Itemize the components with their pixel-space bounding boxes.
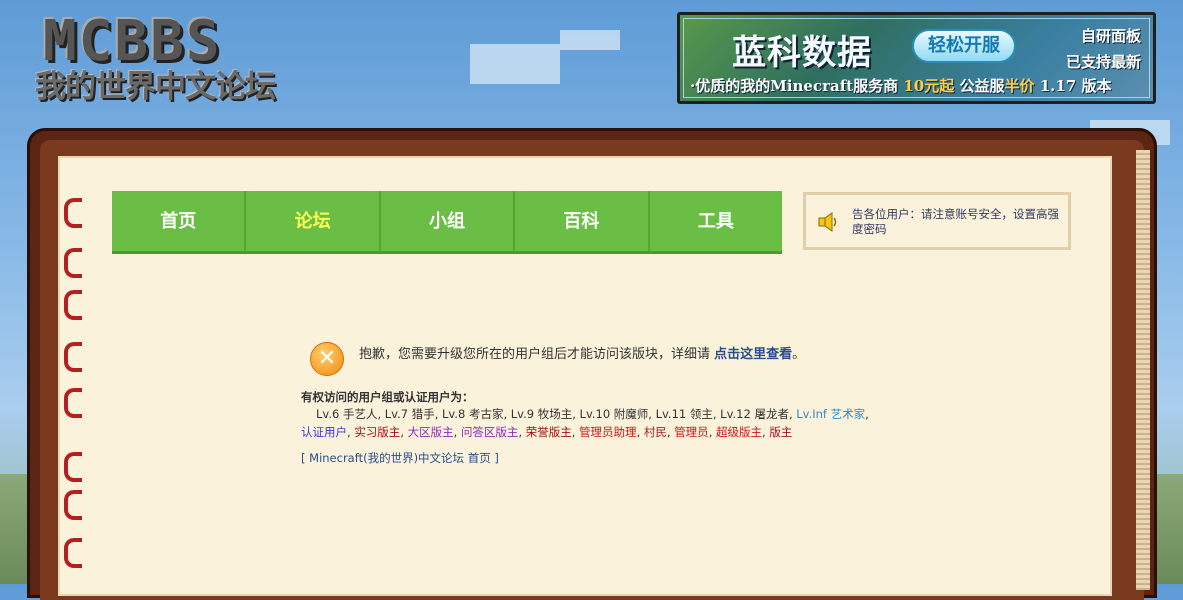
page-edge — [1136, 150, 1150, 590]
notice-box: 告各位用户：请注意账号安全，设置高强度密码 — [803, 192, 1071, 250]
banner-side-text: 自研面板 已支持最新 — [1065, 27, 1141, 71]
main-nav: 首页 论坛 小组 百科 工具 — [112, 191, 782, 254]
banner-button[interactable]: 轻松开服 — [912, 29, 1016, 63]
banner-title: 蓝科数据 — [732, 33, 872, 73]
logo-sub-text: 我的世界中文论坛 — [35, 69, 276, 105]
allowed-groups-title: 有权访问的用户组或认证用户为： — [301, 390, 474, 404]
notice-text: 告各位用户：请注意账号安全，设置高强度密码 — [852, 207, 1059, 236]
logo-main-text: MCBBS — [43, 9, 222, 74]
site-logo[interactable]: MCBBS 我的世界中文论坛 — [35, 9, 300, 105]
access-denied-message: 抱歉，您需要升级您所在的用户组后才能访问该版块，详细请 点击这里查看。 — [359, 347, 806, 362]
ad-banner[interactable]: 蓝科数据 轻松开服 自研面板 已支持最新 ·优质的我的Minecraft服务商 … — [677, 12, 1156, 104]
speaker-icon — [818, 212, 837, 232]
nav-groups[interactable]: 小组 — [381, 191, 516, 251]
forum-home-link[interactable]: [ Minecraft(我的世界)中文论坛 首页 ] — [301, 450, 499, 466]
nav-wiki[interactable]: 百科 — [515, 191, 650, 251]
error-icon: ✕ — [310, 342, 344, 376]
nav-forum[interactable]: 论坛 — [246, 191, 381, 251]
allowed-groups-roles: 认证用户, 实习版主, 大区版主, 问答区版主, 荣誉版主, 管理员助理, 村民… — [301, 425, 793, 439]
banner-bottom-text: ·优质的我的Minecraft服务商 10元起 公益服半价 1.17 版本 — [690, 77, 1112, 95]
nav-tools[interactable]: 工具 — [650, 191, 782, 251]
view-details-link[interactable]: 点击这里查看 — [714, 347, 792, 362]
book-binding — [64, 190, 84, 590]
allowed-groups-levels: Lv.6 手艺人, Lv.7 猎手, Lv.8 考古家, Lv.9 牧场主, L… — [316, 407, 869, 421]
nav-home[interactable]: 首页 — [112, 191, 247, 251]
